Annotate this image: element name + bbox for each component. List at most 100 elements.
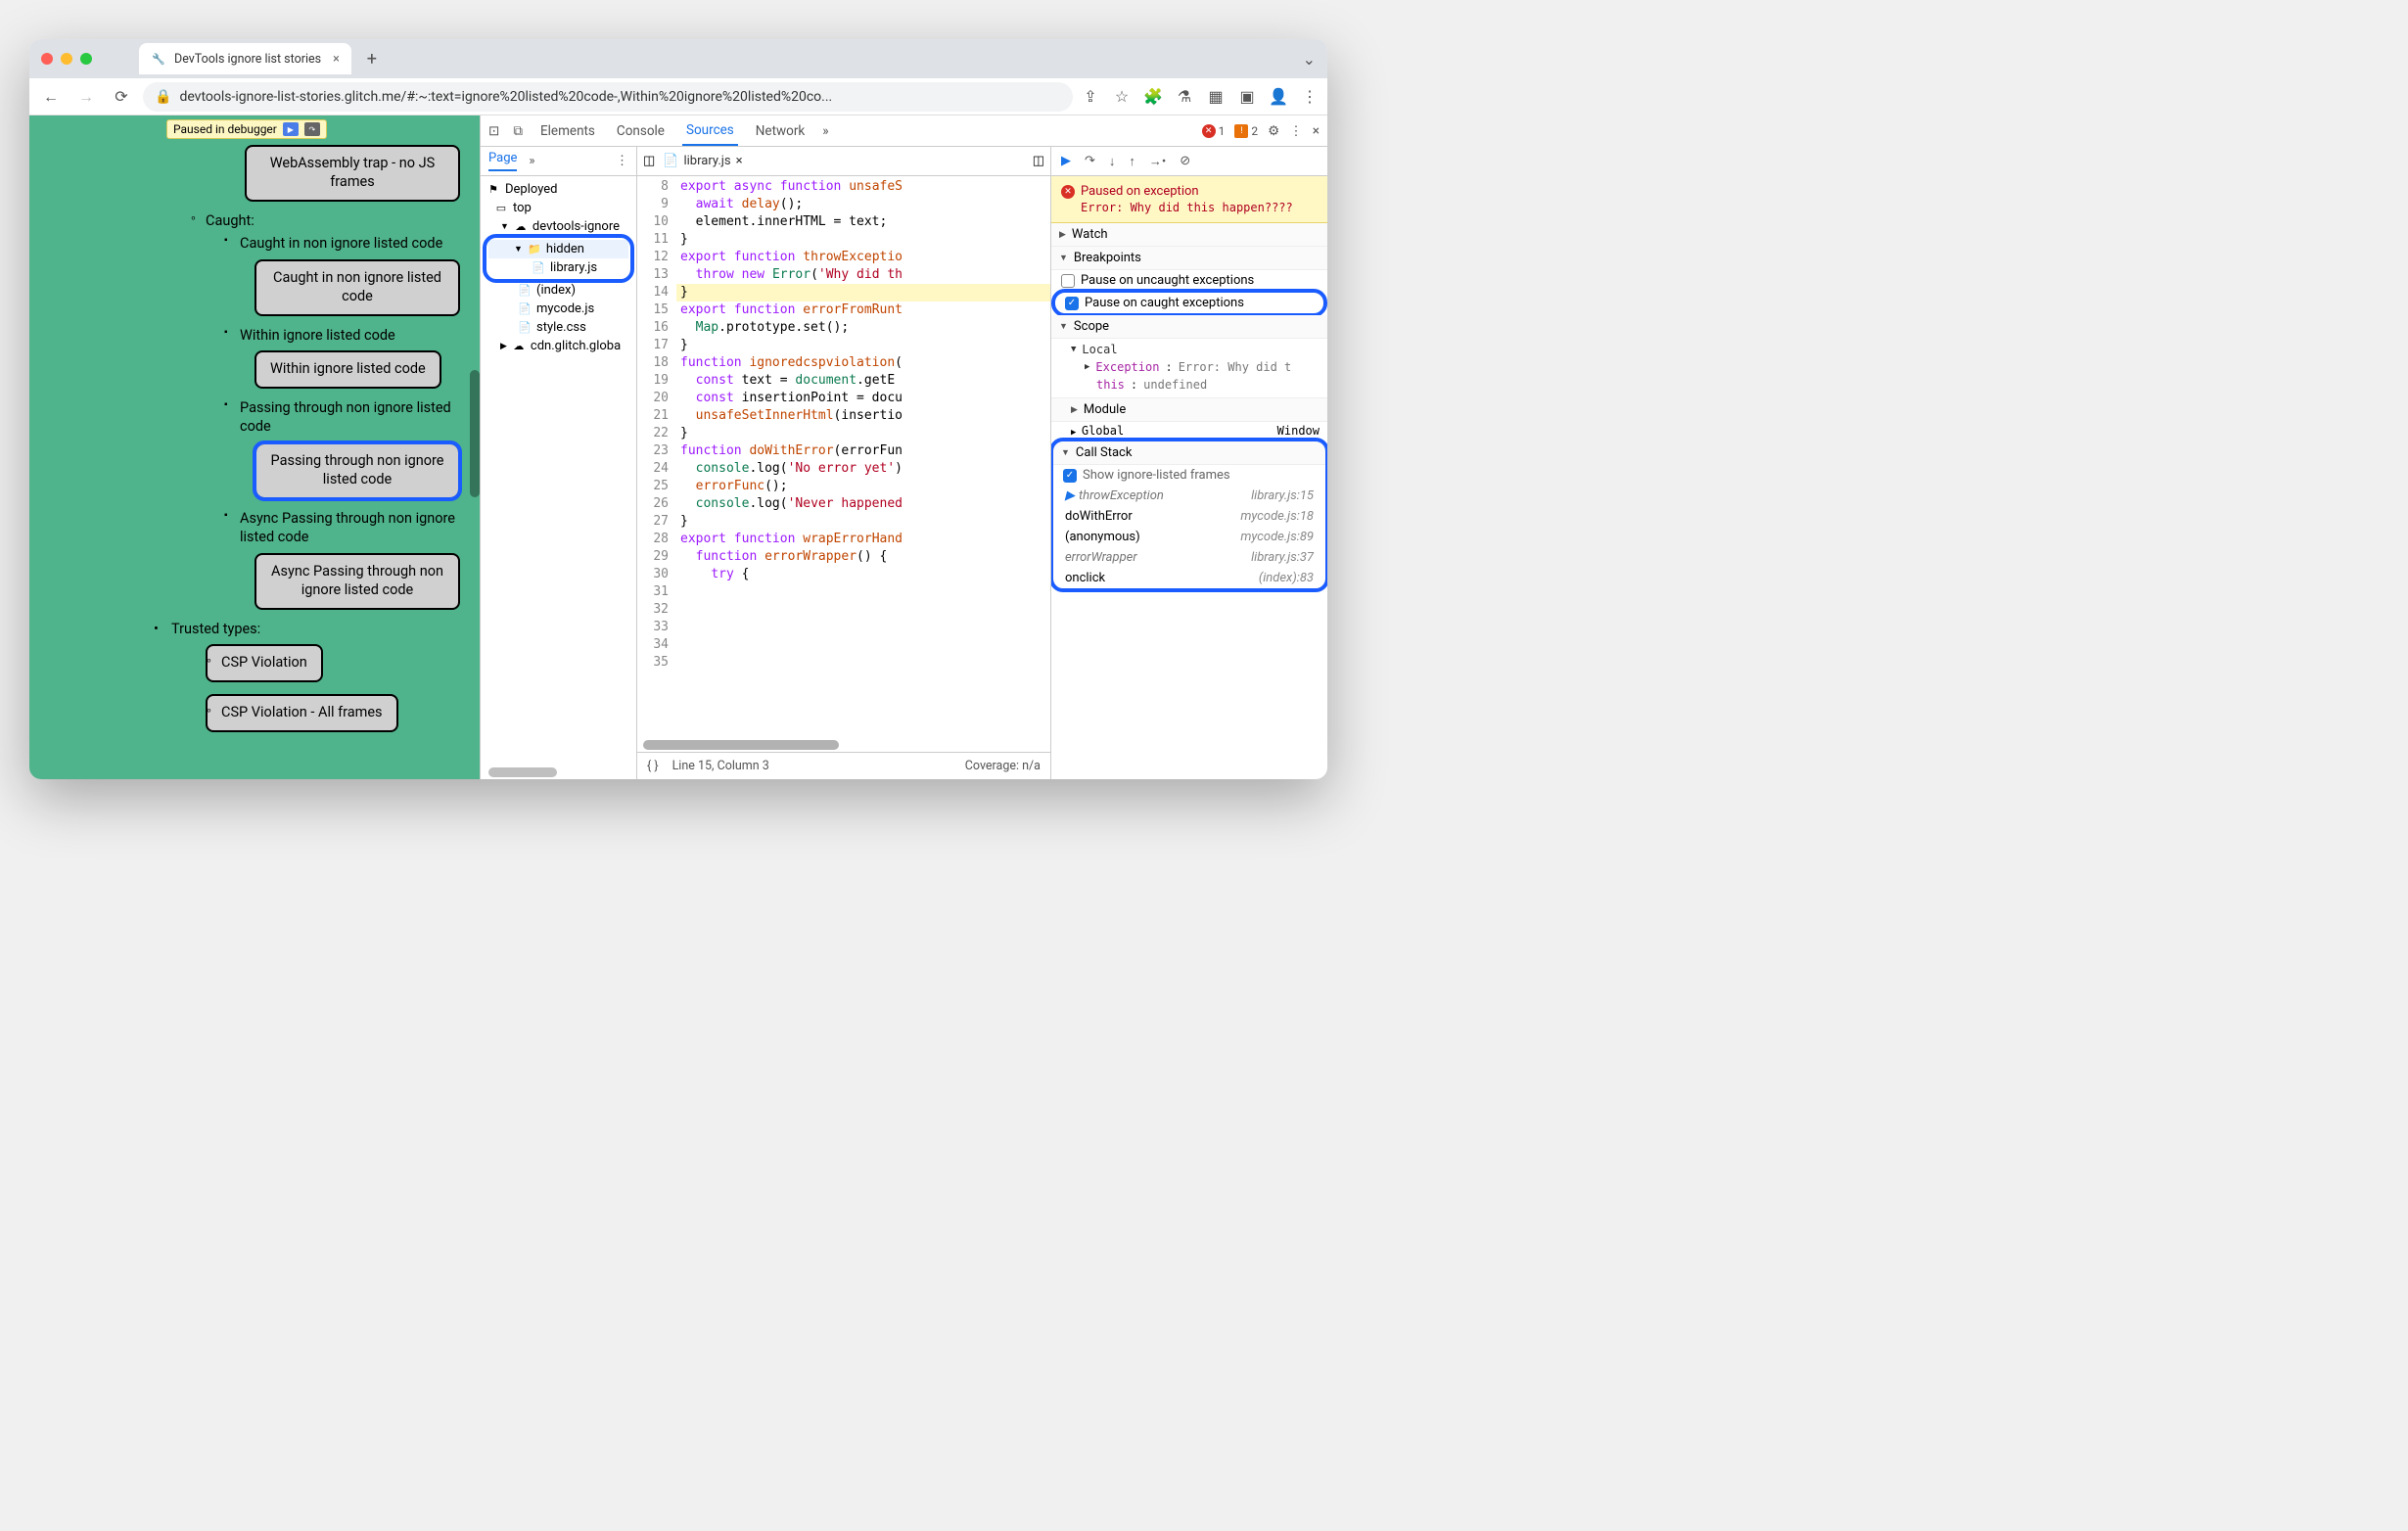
scope-module[interactable]: Module bbox=[1051, 398, 1327, 422]
close-file-icon[interactable]: × bbox=[736, 154, 743, 168]
page-button[interactable]: Within ignore listed code bbox=[255, 350, 441, 389]
stack-frame[interactable]: errorWrapperlibrary.js:37 bbox=[1053, 547, 1325, 568]
nav-kebab-icon[interactable]: ⋮ bbox=[616, 154, 628, 168]
frame-icon: ▭ bbox=[494, 202, 508, 215]
resume-icon[interactable]: ▶ bbox=[283, 122, 299, 136]
maximize-window[interactable] bbox=[80, 53, 92, 65]
list-item: Passing through non ignore listed code bbox=[49, 396, 460, 439]
minimize-window[interactable] bbox=[61, 53, 72, 65]
caught-header: Caught: bbox=[49, 209, 460, 233]
settings-icon[interactable]: ⚙ bbox=[1268, 123, 1279, 139]
step-icon[interactable]: →• bbox=[1149, 154, 1166, 169]
folder-hidden[interactable]: ▼📁hidden bbox=[488, 240, 628, 258]
stack-frame[interactable]: onclick(index):83 bbox=[1053, 568, 1325, 588]
file-icon: 📄 bbox=[518, 284, 532, 298]
bp-caught[interactable]: ✓Pause on caught exceptions bbox=[1055, 293, 1323, 313]
checkbox-checked-icon: ✓ bbox=[1063, 469, 1077, 483]
toggle-debug-icon[interactable]: ◫ bbox=[1033, 154, 1044, 168]
reload-button[interactable]: ⟳ bbox=[108, 83, 135, 111]
scope-exception[interactable]: ▶Exception: Error: Why did t bbox=[1071, 358, 1320, 376]
close-window[interactable] bbox=[41, 53, 53, 65]
stack-frame[interactable]: (anonymous)mycode.js:89 bbox=[1053, 527, 1325, 547]
page-scrollbar[interactable] bbox=[470, 370, 480, 497]
inspect-icon[interactable]: ⊡ bbox=[488, 123, 499, 139]
editor-scrollbar[interactable] bbox=[643, 740, 839, 750]
labs-icon[interactable]: ⚗ bbox=[1175, 87, 1194, 107]
csp-button-1[interactable]: CSP Violation bbox=[206, 644, 323, 682]
step-over-icon[interactable]: ↷ bbox=[1085, 154, 1095, 168]
extensions-icon[interactable]: 🧩 bbox=[1143, 87, 1163, 107]
breakpoints-section[interactable]: Breakpoints bbox=[1051, 247, 1327, 270]
browser-toolbar: ← → ⟳ 🔒 devtools-ignore-list-stories.gli… bbox=[29, 78, 1327, 116]
bookmark-icon[interactable]: ☆ bbox=[1112, 87, 1132, 107]
scope-this[interactable]: this: undefined bbox=[1071, 376, 1320, 394]
tab-console[interactable]: Console bbox=[613, 117, 669, 145]
back-button[interactable]: ← bbox=[37, 83, 65, 111]
show-ignored-frames[interactable]: ✓Show ignore-listed frames bbox=[1053, 465, 1325, 486]
more-tabs-icon[interactable]: » bbox=[822, 123, 828, 139]
tabs-dropdown-icon[interactable]: ⌄ bbox=[1303, 50, 1316, 69]
browser-tab[interactable]: 🔧 DevTools ignore list stories × bbox=[139, 43, 351, 74]
file-library[interactable]: 📄library.js bbox=[488, 258, 628, 277]
warning-badge[interactable]: !2 bbox=[1234, 124, 1258, 138]
error-badge[interactable]: ✕1 bbox=[1202, 124, 1226, 138]
scope-global[interactable]: ▶ GlobalWindow bbox=[1051, 422, 1327, 440]
css-file-icon: 📄 bbox=[518, 321, 532, 335]
scope-local[interactable]: ▼Local bbox=[1071, 341, 1320, 358]
error-icon: ✕ bbox=[1061, 185, 1075, 199]
stack-frame[interactable]: ▶throwExceptionlibrary.js:15 bbox=[1053, 486, 1325, 506]
top-node[interactable]: ▭top bbox=[483, 199, 634, 217]
step-out-icon[interactable]: ↑ bbox=[1129, 154, 1135, 169]
tab-elements[interactable]: Elements bbox=[536, 117, 599, 145]
code-area[interactable]: 8910111213141516171819202122232425262728… bbox=[637, 176, 1050, 752]
format-icon[interactable]: { } bbox=[647, 759, 659, 773]
deactivate-bp-icon[interactable]: ⊘ bbox=[1180, 154, 1190, 168]
file-mycode[interactable]: 📄mycode.js bbox=[483, 300, 634, 318]
page-button[interactable]: Async Passing through non ignore listed … bbox=[255, 553, 460, 610]
list-item: Within ignore listed code bbox=[49, 324, 460, 348]
debugger-toolbar: ▶ ↷ ↓ ↑ →• ⊘ bbox=[1051, 147, 1327, 176]
forward-button[interactable]: → bbox=[72, 83, 100, 111]
step-into-icon[interactable]: ↓ bbox=[1109, 154, 1116, 169]
page-content: Paused in debugger ▶ ↷ WebAssembly trap … bbox=[29, 116, 480, 779]
watch-section[interactable]: Watch bbox=[1051, 223, 1327, 247]
editor-tab-library[interactable]: 📄 library.js × bbox=[663, 154, 742, 168]
scope-local-body: ▼Local ▶Exception: Error: Why did t this… bbox=[1051, 339, 1327, 398]
device-icon[interactable]: ⧉ bbox=[513, 123, 523, 139]
call-stack-section[interactable]: Call Stack bbox=[1053, 441, 1325, 465]
tab-sources[interactable]: Sources bbox=[682, 116, 738, 146]
file-style[interactable]: 📄style.css bbox=[483, 318, 634, 337]
close-devtools-icon[interactable]: × bbox=[1313, 123, 1320, 139]
scope-section[interactable]: Scope bbox=[1051, 315, 1327, 339]
apps-icon[interactable]: ▦ bbox=[1206, 87, 1226, 107]
page-button[interactable]: Caught in non ignore listed code bbox=[255, 259, 460, 316]
wasm-button[interactable]: WebAssembly trap - no JS frames bbox=[245, 145, 460, 202]
close-tab-icon[interactable]: × bbox=[333, 52, 340, 67]
resume-button[interactable]: ▶ bbox=[1061, 154, 1071, 168]
domain-node[interactable]: ▼☁devtools-ignore bbox=[483, 217, 634, 236]
kebab-icon[interactable]: ⋮ bbox=[1289, 123, 1303, 139]
share-icon[interactable]: ⇪ bbox=[1081, 87, 1100, 107]
nav-tab-page[interactable]: Page bbox=[488, 151, 517, 171]
stack-frame[interactable]: doWithErrormycode.js:18 bbox=[1053, 506, 1325, 527]
toggle-nav-icon[interactable]: ◫ bbox=[643, 154, 655, 168]
list-item: Async Passing through non ignore listed … bbox=[49, 507, 460, 549]
profile-icon[interactable]: 👤 bbox=[1269, 87, 1288, 107]
deployed-node[interactable]: ⚑Deployed bbox=[483, 180, 634, 199]
trusted-header: Trusted types: bbox=[49, 618, 460, 641]
step-icon[interactable]: ↷ bbox=[304, 122, 320, 136]
bp-uncaught[interactable]: Pause on uncaught exceptions bbox=[1051, 270, 1327, 291]
cdn-node[interactable]: ▶☁cdn.glitch.globa bbox=[483, 337, 634, 355]
coverage-label: Coverage: n/a bbox=[965, 759, 1041, 773]
new-tab-button[interactable]: + bbox=[367, 49, 377, 70]
devtools-icon[interactable]: ▣ bbox=[1237, 87, 1257, 107]
file-index[interactable]: 📄(index) bbox=[483, 281, 634, 300]
nav-scrollbar[interactable] bbox=[488, 767, 557, 777]
csp-button-2[interactable]: CSP Violation - All frames bbox=[206, 694, 398, 732]
js-file-icon: 📄 bbox=[532, 261, 545, 275]
menu-icon[interactable]: ⋮ bbox=[1300, 87, 1320, 107]
url-bar[interactable]: 🔒 devtools-ignore-list-stories.glitch.me… bbox=[143, 82, 1073, 112]
page-button[interactable]: Passing through non ignore listed code bbox=[255, 442, 460, 499]
tab-network[interactable]: Network bbox=[752, 117, 809, 145]
nav-more-icon[interactable]: » bbox=[529, 154, 534, 168]
